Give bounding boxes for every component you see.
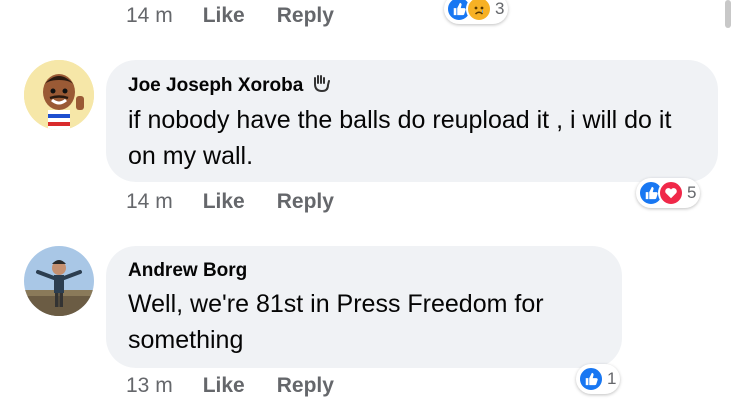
scrollbar[interactable]	[725, 0, 731, 28]
comment-meta-row: 14 m Like Reply	[126, 4, 334, 28]
reaction-count: 3	[495, 0, 505, 18]
comment-timestamp: 14 m	[126, 190, 173, 213]
comment-text: Well, we're 81st in Press Freedom for so…	[128, 290, 544, 354]
reaction-summary[interactable]: 3	[444, 0, 509, 24]
like-link[interactable]: Like	[203, 190, 245, 214]
avatar[interactable]	[24, 246, 94, 316]
comment-bubble: Andrew Borg Well, we're 81st in Press Fr…	[106, 246, 622, 368]
reply-link[interactable]: Reply	[277, 4, 334, 28]
reaction-count: 1	[607, 369, 617, 388]
like-link[interactable]: Like	[203, 374, 245, 398]
reply-link[interactable]: Reply	[277, 374, 334, 398]
love-reaction-icon	[658, 180, 684, 206]
comment-author[interactable]: Joe Joseph Xoroba	[128, 74, 696, 98]
reaction-count: 5	[687, 183, 697, 202]
comment-text: if nobody have the balls do reupload it …	[128, 106, 672, 170]
sad-reaction-icon	[466, 0, 492, 22]
author-name[interactable]: Joe Joseph Xoroba	[128, 75, 303, 97]
wave-hand-icon	[311, 74, 331, 98]
reply-link[interactable]: Reply	[277, 190, 334, 214]
comment-meta-row: 13 m Like Reply	[126, 374, 334, 398]
reaction-summary[interactable]: 1	[576, 364, 621, 394]
avatar[interactable]	[24, 60, 94, 130]
comment-meta-row: 14 m Like Reply	[126, 190, 334, 214]
author-name[interactable]: Andrew Borg	[128, 260, 247, 282]
comment-author[interactable]: Andrew Borg	[128, 260, 600, 282]
reaction-summary[interactable]: 5	[636, 178, 701, 208]
like-link[interactable]: Like	[203, 4, 245, 28]
comment-timestamp: 13 m	[126, 374, 173, 397]
like-reaction-icon	[578, 366, 604, 392]
comment-bubble: Joe Joseph Xoroba if nobody have the bal…	[106, 60, 718, 182]
comment-timestamp: 14 m	[126, 4, 173, 27]
